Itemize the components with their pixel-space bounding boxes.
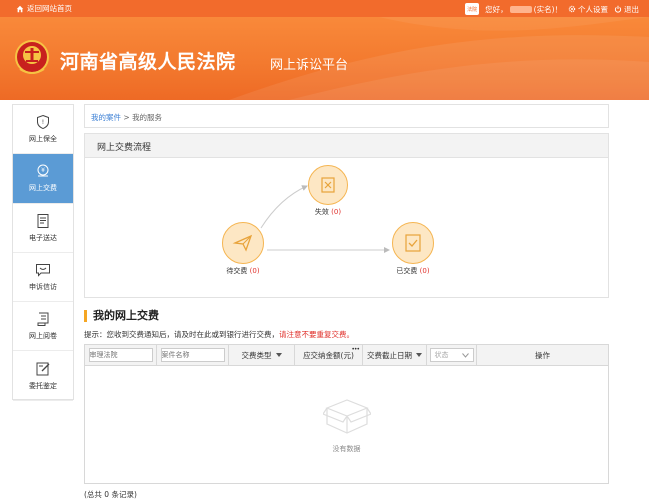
sidebar-item-label: 网上交费 [29,184,57,193]
svg-text:!: ! [42,119,44,126]
power-icon [614,5,622,13]
username-redacted [509,5,532,13]
column-action: 操作 [477,345,608,365]
column-amount: 应交纳金额(元) ••• [295,345,363,365]
sidebar-item-payment[interactable]: ¥ 网上交费 [13,154,73,204]
sidebar-item-delivery[interactable]: 电子送达 [13,204,73,253]
scroll-icon [37,312,49,327]
flow-node-label: 待交费 [226,267,248,275]
record-count: (总共 0 条记录) [84,490,137,499]
flow-node-count: (0) [419,267,430,275]
column-fee-type-label: 交费类型 [241,350,272,360]
shield-icon: ! [37,115,49,130]
flow-node-label: 失效 [314,208,329,216]
breadcrumb: 我的案件 > 我的服务 [84,104,609,128]
logout-label: 退出 [624,4,639,14]
column-deadline[interactable]: 交费截止日期 [363,345,427,365]
flow-node-label: 已交费 [396,267,418,275]
user-greeting: 您好， (实名)！ [485,4,562,15]
table-header: 交费类型 应交纳金额(元) ••• 交费截止日期 状态 操作 [85,345,608,366]
home-link-label: 返回网站首页 [27,4,72,13]
gear-icon [568,5,576,13]
flow-node-failed: 失效 (0) [308,165,348,217]
top-bar: 返回网站首页 法院 您好， (实名)！ 个人设置 退出 [0,0,649,17]
flow-node-count: (0) [249,267,260,275]
platform-name: 网上诉讼平台 [270,58,349,73]
sidebar-item-label: 委托鉴定 [29,381,57,390]
sidebar-item-label: 申诉信访 [29,283,57,292]
tip-text: 提示：您收到交费通知后，请及时在此或到银行进行交费， [84,330,279,339]
column-deadline-label: 交费截止日期 [367,350,412,360]
flow-node-pending: 待交费 (0) [222,222,264,276]
svg-text:¥: ¥ [41,168,45,175]
status-select-value: 状态 [434,351,449,359]
flow-title: 网上交费流程 [85,134,608,158]
check-doc-icon [392,222,434,264]
status-select[interactable]: 状态 [429,348,474,362]
flow-node-paid: 已交费 (0) [392,222,434,276]
section-title: 我的网上交费 [84,310,159,322]
coin-icon: ¥ [37,164,49,177]
column-fee-type[interactable]: 交费类型 [229,345,295,365]
breadcrumb-my-cases[interactable]: 我的案件 [91,113,121,122]
message-icon [36,264,50,277]
column-amount-label: 应交纳金额(元) [303,350,354,360]
paper-plane-icon [222,222,264,264]
home-icon [16,5,24,12]
tip-warning: 请注意不要重复交费。 [279,330,354,339]
sidebar-item-label: 网上保全 [29,135,57,144]
flow-diagram: 待交费 (0) 失效 (0) 已交费 (0) [85,158,608,298]
column-action-label: 操作 [535,350,550,360]
more-dots-icon[interactable]: ••• [351,346,360,353]
logout-link[interactable]: 退出 [614,4,639,15]
sidebar-item-appraisal[interactable]: 委托鉴定 [13,351,73,401]
sort-caret-icon[interactable] [416,353,422,357]
breadcrumb-current: 我的服务 [132,113,163,122]
breadcrumb-separator: > [121,113,133,122]
court-filter-input[interactable] [88,348,153,362]
column-court [85,345,157,365]
payment-tip: 提示：您收到交费通知后，请及时在此或到银行进行交费，请注意不要重复交费。 [84,329,354,340]
column-case [157,345,229,365]
sidebar-item-file-review[interactable]: 网上阅卷 [13,302,73,352]
site-header: 河南省高级人民法院 网上诉讼平台 [0,17,649,100]
settings-link[interactable]: 个人设置 [568,4,608,15]
realname-tag: (实名)！ [533,4,562,14]
edit-icon [36,362,50,376]
sidebar-item-label: 电子送达 [29,233,57,242]
column-status: 状态 [427,345,477,365]
court-badge-icon: 法院 [465,3,480,15]
chevron-down-icon [461,352,469,358]
sidebar-item-petition[interactable]: 申诉信访 [13,253,73,303]
settings-label: 个人设置 [578,4,608,14]
case-filter-input[interactable] [160,348,225,362]
sidebar-item-label: 网上阅卷 [29,332,57,341]
payment-table: 交费类型 应交纳金额(元) ••• 交费截止日期 状态 操作 [84,344,609,484]
court-emblem-icon [15,40,49,74]
greeting-label: 您好， [485,4,508,14]
empty-box-icon [322,399,371,434]
sort-caret-icon[interactable] [275,353,282,357]
sidebar: ! 网上保全 ¥ 网上交费 电子送达 申诉信访 网上阅卷 委托鉴定 [12,104,74,401]
flow-node-count: (0) [331,208,342,216]
empty-state: 没有数据 [85,366,608,484]
document-icon [37,213,49,228]
court-name: 河南省高级人民法院 [60,51,236,73]
home-link[interactable]: 返回网站首页 [16,3,72,14]
invalid-doc-icon [308,165,348,205]
payment-flow-panel: 网上交费流程 待交费 (0) 失效 (0) 已交费 (0) [84,133,609,298]
sidebar-item-preservation[interactable]: ! 网上保全 [13,105,73,155]
empty-text: 没有数据 [332,445,361,453]
